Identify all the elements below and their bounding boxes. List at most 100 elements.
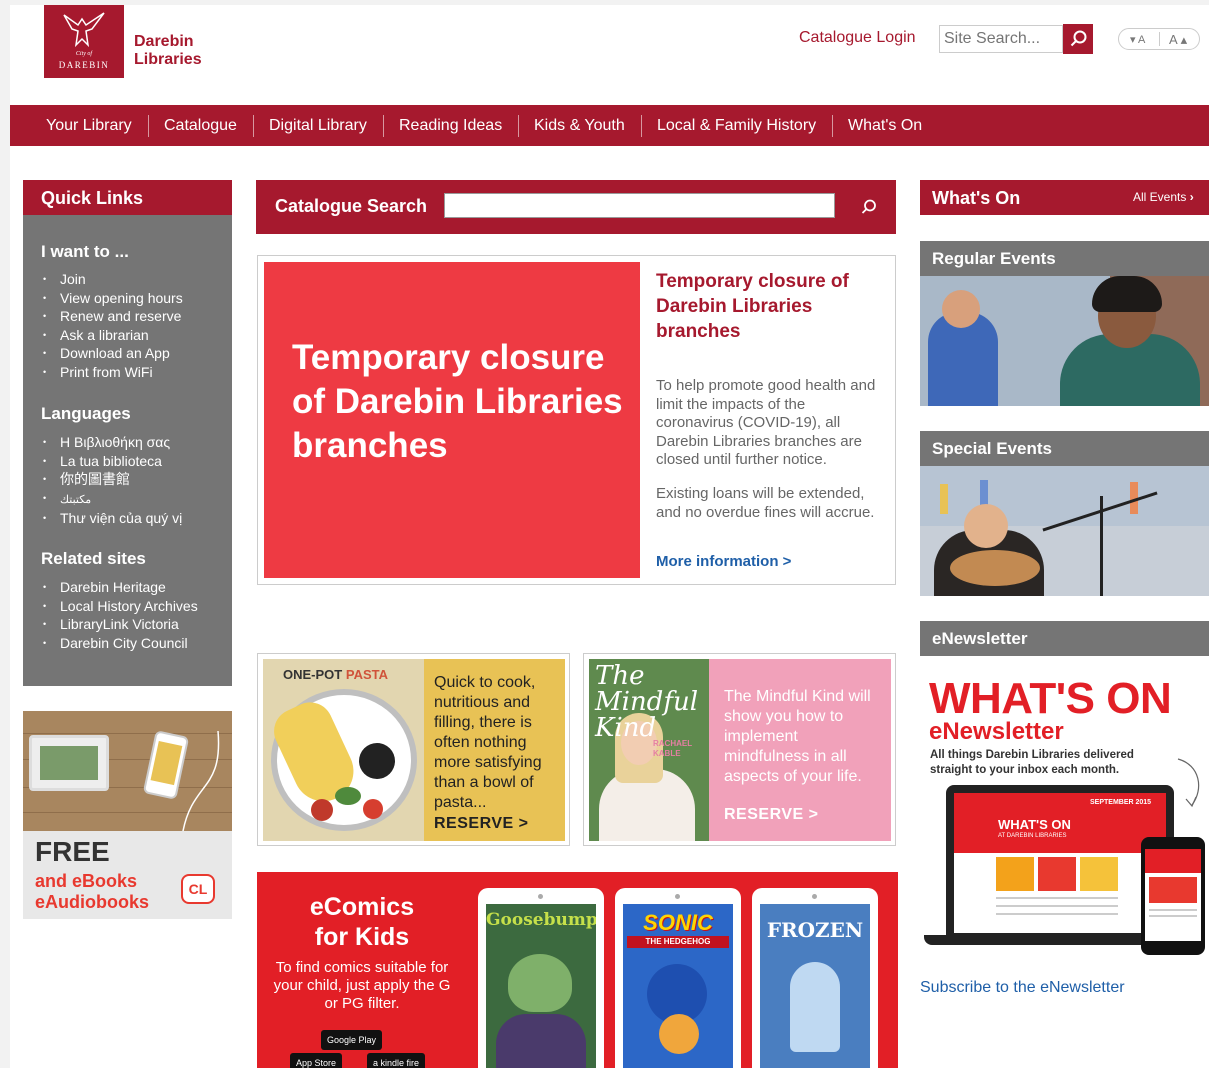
- site-search-button[interactable]: [1063, 24, 1093, 54]
- tablet-camera: [538, 894, 543, 899]
- book: [940, 484, 948, 514]
- nav-divider: [832, 115, 833, 137]
- laptop-base: [924, 935, 1174, 945]
- brand-name[interactable]: Darebin Libraries: [134, 33, 202, 69]
- language-link[interactable]: 你的圖書館: [43, 470, 182, 489]
- main-nav: Your Library Catalogue Digital Library R…: [10, 105, 1209, 146]
- nav-divider: [383, 115, 384, 137]
- mindful-book-title: The Mindful Kind: [595, 661, 699, 743]
- nav-reading-ideas[interactable]: Reading Ideas: [399, 105, 502, 146]
- screen-tile: [1038, 857, 1076, 891]
- woman-hair: [1092, 276, 1162, 312]
- pasta-reserve-link[interactable]: RESERVE >: [434, 814, 528, 834]
- feature-title[interactable]: Temporary closure of Darebin Libraries b…: [656, 269, 881, 344]
- font-increase-button[interactable]: A ▴: [1169, 32, 1187, 48]
- app-store-badge[interactable]: App Store: [290, 1053, 343, 1068]
- tails-figure: [659, 1014, 699, 1054]
- phone-tile: [1149, 877, 1197, 903]
- enewsletter-title: eNewsletter: [920, 621, 1209, 656]
- tablet-camera: [675, 894, 680, 899]
- feature-image[interactable]: Temporary closure of Darebin Libraries b…: [264, 262, 640, 578]
- related-site-link[interactable]: Local History Archives: [43, 597, 198, 616]
- i-want-to-heading: I want to ...: [41, 242, 129, 261]
- earphones-icon: [182, 730, 220, 831]
- newsletter-heading[interactable]: WHAT'S ON: [929, 677, 1172, 721]
- languages-list: Η Βιβλιοθήκη σας La tua biblioteca 你的圖書館…: [43, 433, 182, 528]
- sonic-subtitle: THE HEDGEHOG: [627, 936, 729, 948]
- subscribe-newsletter-link[interactable]: Subscribe to the eNewsletter: [920, 979, 1125, 997]
- promo-one-pot-pasta[interactable]: ONE-POT PASTA Quick to cook, nutritious …: [257, 653, 570, 846]
- catalogue-search-input[interactable]: [444, 193, 835, 218]
- language-link[interactable]: مكتبتك: [43, 489, 182, 510]
- site-search-input[interactable]: [939, 25, 1063, 53]
- related-site-link[interactable]: Darebin City Council: [43, 634, 198, 653]
- ecomics-title-line-1: eComics: [309, 893, 415, 921]
- ecomics-banner[interactable]: eComics for Kids To find comics suitable…: [257, 872, 898, 1068]
- darebin-logo[interactable]: City of DAREBIN: [44, 5, 124, 78]
- quick-link-item[interactable]: Renew and reserve: [43, 307, 183, 326]
- nav-kids-youth[interactable]: Kids & Youth: [534, 105, 625, 146]
- curved-arrow-icon: [1177, 758, 1200, 808]
- related-site-link[interactable]: Darebin Heritage: [43, 578, 198, 597]
- chevron-right-icon: ›: [1189, 190, 1194, 204]
- feature-image-text: Temporary closure of Darebin Libraries b…: [292, 338, 623, 465]
- nav-catalogue[interactable]: Catalogue: [164, 105, 237, 146]
- mindful-book-cover: The Mindful Kind RACHAEL KABLE: [589, 659, 709, 841]
- language-link[interactable]: Η Βιβλιοθήκη σας: [43, 433, 182, 452]
- google-play-badge[interactable]: Google Play: [321, 1030, 383, 1050]
- screen-text-line: [996, 913, 1118, 915]
- nav-your-library[interactable]: Your Library: [46, 105, 132, 146]
- language-link[interactable]: Thư viện của quý vị: [43, 509, 182, 528]
- feature-paragraph-1: To help promote good health and limit th…: [656, 377, 876, 468]
- more-information-link[interactable]: More information >: [656, 553, 791, 570]
- font-decrease-button[interactable]: ▾ A: [1130, 33, 1145, 46]
- basil: [335, 787, 361, 805]
- monster-figure: [508, 954, 572, 1012]
- search-icon[interactable]: [860, 198, 878, 216]
- tablet-screen: [40, 746, 98, 780]
- quick-link-item[interactable]: Download an App: [43, 344, 183, 363]
- page: City of DAREBIN Darebin Libraries Catalo…: [10, 5, 1209, 1068]
- nav-whats-on[interactable]: What's On: [848, 105, 922, 146]
- cloud-library-banner[interactable]: FREE and eBooks eAudiobooks CL: [23, 711, 232, 919]
- nav-digital-library[interactable]: Digital Library: [269, 105, 367, 146]
- catalogue-login-link[interactable]: Catalogue Login: [799, 29, 916, 47]
- cloud-library-logo: CL: [181, 874, 215, 904]
- promo-mindful-kind[interactable]: The Mindful Kind RACHAEL KABLE The Mindf…: [583, 653, 896, 846]
- microphone-stand-pole: [1100, 496, 1103, 596]
- regular-events-image[interactable]: [920, 276, 1209, 406]
- language-link[interactable]: La tua biblioteca: [43, 452, 182, 471]
- regular-events-title[interactable]: Regular Events: [920, 241, 1209, 276]
- tablet-goosebumps: Goosebumps: [478, 888, 604, 1068]
- kindle-fire-badge[interactable]: a kindle fire: [367, 1053, 426, 1068]
- pasta-book-cover: ONE-POT PASTA: [263, 659, 424, 841]
- i-want-to-list: Join View opening hours Renew and reserv…: [43, 270, 183, 381]
- quick-link-item[interactable]: Join: [43, 270, 183, 289]
- screen-subtitle: AT DAREBIN LIBRARIES: [998, 833, 1067, 839]
- quick-link-item[interactable]: View opening hours: [43, 289, 183, 308]
- related-site-link[interactable]: LibraryLink Victoria: [43, 615, 198, 634]
- screen-date: SEPTEMBER 2015: [1090, 799, 1152, 806]
- quick-link-item[interactable]: Ask a librarian: [43, 326, 183, 345]
- related-sites-heading: Related sites: [41, 549, 146, 568]
- nav-local-family-history[interactable]: Local & Family History: [657, 105, 816, 146]
- wood-table-image: [23, 711, 232, 831]
- all-events-link[interactable]: All Events ›: [1133, 190, 1194, 204]
- quick-link-item[interactable]: Print from WiFi: [43, 363, 183, 382]
- guitar: [950, 550, 1040, 586]
- phone-screen: [1145, 849, 1201, 941]
- feature-paragraph-2: Existing loans will be extended, and no …: [656, 485, 875, 521]
- cl-subtitle-line-1: and eBooks: [35, 871, 138, 891]
- newsletter-tagline: All things Darebin Libraries delivered s…: [930, 749, 1134, 776]
- languages-heading: Languages: [41, 404, 131, 423]
- mindful-reserve-link[interactable]: RESERVE >: [724, 805, 818, 825]
- nav-divider: [253, 115, 254, 137]
- special-events-title[interactable]: Special Events: [920, 431, 1209, 466]
- related-sites-list: Darebin Heritage Local History Archives …: [43, 578, 198, 652]
- screen-text-line: [996, 897, 1118, 899]
- catalogue-search-label: Catalogue Search: [275, 196, 428, 216]
- cover-badge: [359, 743, 395, 779]
- special-events-image[interactable]: [920, 466, 1209, 596]
- goosebumps-cover: Goosebumps: [486, 904, 596, 1068]
- screen-title: WHAT'S ON: [998, 817, 1071, 832]
